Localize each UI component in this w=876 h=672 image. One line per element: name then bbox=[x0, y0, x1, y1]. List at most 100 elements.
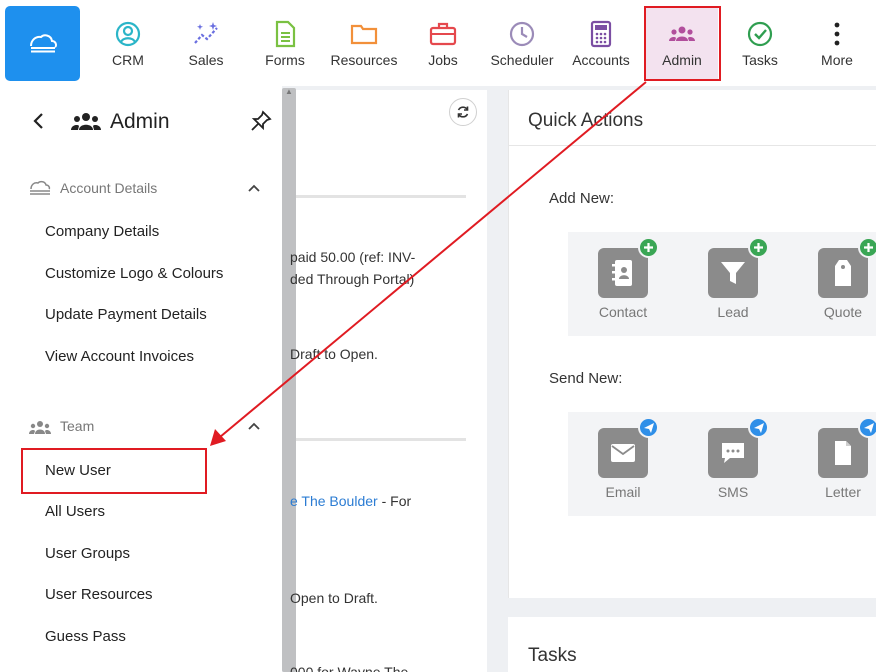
tile-label: Quote bbox=[823, 304, 863, 320]
nav-forms[interactable]: Forms bbox=[246, 12, 324, 82]
nav-scheduler[interactable]: Scheduler bbox=[483, 12, 561, 82]
section-title: Team bbox=[60, 418, 95, 434]
nav-resources[interactable]: Resources bbox=[325, 12, 403, 82]
plus-badge-icon bbox=[748, 237, 769, 258]
sidebar-item-user-groups[interactable]: User Groups bbox=[45, 545, 130, 562]
address-book-icon bbox=[612, 260, 632, 286]
nav-scheduler-label: Scheduler bbox=[490, 52, 554, 68]
envelope-icon bbox=[611, 444, 635, 462]
divider bbox=[508, 145, 876, 146]
nav-jobs[interactable]: Jobs bbox=[404, 12, 482, 82]
sidebar-title: Admin bbox=[110, 110, 170, 133]
add-contact-button[interactable]: Contact bbox=[578, 237, 668, 320]
person-circle-icon bbox=[115, 21, 141, 47]
sidebar-header: Admin bbox=[0, 106, 282, 140]
refresh-icon bbox=[457, 106, 469, 118]
quick-actions-title: Quick Actions bbox=[528, 110, 644, 131]
plus-badge-icon bbox=[858, 237, 876, 258]
activity-text: Draft to Open. bbox=[290, 346, 378, 362]
nav-crm-label: CRM bbox=[112, 52, 144, 68]
check-circle-icon bbox=[747, 21, 773, 47]
section-account-details[interactable]: Account Details bbox=[0, 176, 282, 202]
divider bbox=[296, 438, 466, 441]
chevron-up-icon[interactable] bbox=[246, 180, 262, 196]
activity-text: paid 50.00 (ref: INV- bbox=[290, 249, 416, 265]
chevron-left-icon[interactable] bbox=[30, 110, 48, 132]
clock-icon bbox=[509, 21, 535, 47]
nav-sales-label: Sales bbox=[188, 52, 224, 68]
section-title: Account Details bbox=[60, 180, 158, 196]
pin-icon[interactable] bbox=[250, 110, 272, 132]
activity-text: ded Through Portal) bbox=[290, 271, 415, 287]
price-tag-icon bbox=[835, 260, 851, 286]
tile-label: Email bbox=[605, 484, 641, 500]
sidebar-item-customize-logo[interactable]: Customize Logo & Colours bbox=[45, 265, 223, 282]
plus-badge-icon bbox=[638, 237, 659, 258]
briefcase-icon bbox=[429, 22, 457, 46]
sidebar-item-update-payment[interactable]: Update Payment Details bbox=[45, 306, 207, 323]
activity-link[interactable]: e The Boulder bbox=[290, 493, 378, 509]
nav-tasks-label: Tasks bbox=[742, 52, 778, 68]
send-sms-button[interactable]: SMS bbox=[688, 417, 778, 500]
add-new-row: Contact Lead Quote bbox=[568, 232, 876, 336]
sidebar-item-company-details[interactable]: Company Details bbox=[45, 223, 159, 240]
quick-actions-card bbox=[508, 90, 876, 598]
nav-more[interactable]: More bbox=[798, 12, 876, 82]
send-letter-button[interactable]: Letter bbox=[798, 417, 876, 500]
paper-plane-badge-icon bbox=[858, 417, 876, 438]
nav-crm[interactable]: CRM bbox=[89, 12, 167, 82]
chat-bubble-icon bbox=[722, 443, 744, 463]
divider bbox=[296, 195, 466, 198]
sparkle-chart-icon bbox=[194, 22, 218, 44]
top-navigation: CRM Sales Forms Resources Jobs Scheduler… bbox=[0, 0, 876, 86]
activity-text: Open to Draft. bbox=[290, 590, 378, 606]
new-user-highlight-box bbox=[21, 448, 207, 494]
folder-icon bbox=[350, 24, 378, 45]
send-email-button[interactable]: Email bbox=[578, 417, 668, 500]
sidebar-scrollbar[interactable] bbox=[282, 88, 296, 672]
nav-tasks[interactable]: Tasks bbox=[721, 12, 799, 82]
activity-text-tail: - For bbox=[377, 493, 412, 509]
admin-sidebar: Admin Account Details Company Details Cu… bbox=[0, 86, 282, 672]
nav-sales[interactable]: Sales bbox=[167, 12, 245, 82]
tasks-title: Tasks bbox=[528, 645, 577, 666]
file-icon bbox=[835, 441, 851, 465]
paper-plane-badge-icon bbox=[748, 417, 769, 438]
sidebar-item-guess-pass[interactable]: Guess Pass bbox=[45, 628, 126, 645]
paper-plane-badge-icon bbox=[638, 417, 659, 438]
tile-label: Contact bbox=[598, 304, 648, 320]
document-icon bbox=[275, 20, 296, 48]
activity-panel bbox=[296, 90, 487, 672]
nav-jobs-label: Jobs bbox=[428, 52, 458, 68]
nav-accounts[interactable]: Accounts bbox=[562, 12, 640, 82]
tile-label: Letter bbox=[825, 484, 861, 500]
add-quote-button[interactable]: Quote bbox=[798, 237, 876, 320]
chevron-up-icon[interactable] bbox=[246, 418, 262, 434]
nav-resources-label: Resources bbox=[330, 52, 398, 68]
calculator-icon bbox=[590, 20, 612, 48]
group-icon bbox=[29, 421, 51, 434]
vertical-dots-icon bbox=[834, 22, 840, 46]
funnel-icon bbox=[721, 262, 745, 284]
scroll-up-arrow-icon[interactable]: ▲ bbox=[285, 88, 293, 96]
sidebar-item-user-resources[interactable]: User Resources bbox=[45, 586, 153, 603]
admin-highlight-box bbox=[644, 6, 721, 81]
nav-more-label: More bbox=[821, 52, 853, 68]
sidebar-item-view-invoices[interactable]: View Account Invoices bbox=[45, 348, 194, 365]
cloud-logo-icon bbox=[29, 33, 57, 52]
send-new-row: Email SMS Letter bbox=[568, 412, 876, 516]
nav-accounts-label: Accounts bbox=[572, 52, 630, 68]
activity-text: 000 for Wayne The bbox=[290, 664, 409, 672]
sidebar-item-all-users[interactable]: All Users bbox=[45, 503, 105, 520]
home-button[interactable] bbox=[5, 6, 80, 81]
group-icon bbox=[71, 113, 101, 130]
send-new-label: Send New: bbox=[549, 370, 623, 387]
section-team[interactable]: Team bbox=[0, 414, 282, 440]
add-new-label: Add New: bbox=[549, 190, 615, 207]
cloud-lines-icon bbox=[30, 180, 51, 195]
refresh-button[interactable] bbox=[449, 98, 477, 126]
activity-text: e The Boulder - For bbox=[290, 493, 411, 509]
tile-label: SMS bbox=[717, 484, 749, 500]
add-lead-button[interactable]: Lead bbox=[688, 237, 778, 320]
nav-forms-label: Forms bbox=[265, 52, 305, 68]
